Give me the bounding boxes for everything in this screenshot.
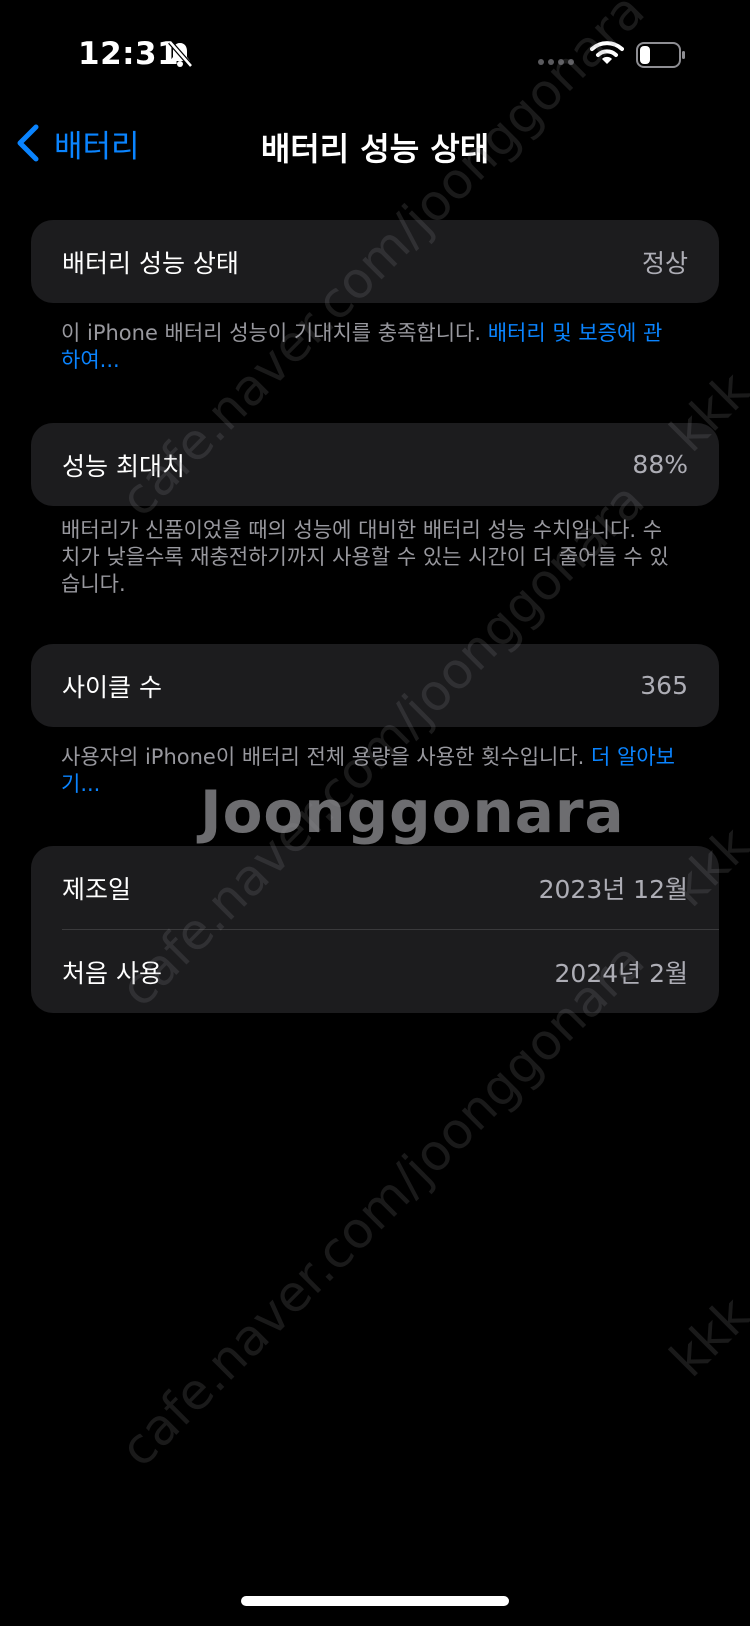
status-time: 12:31 [78, 36, 180, 72]
battery-icon [636, 42, 685, 68]
bell-slash-icon [168, 40, 193, 68]
watermark-side-text: kkk [658, 1285, 750, 1388]
cycle-count-value: 365 [640, 671, 688, 700]
cycle-count-label: 사이클 수 [62, 672, 162, 702]
page-title: 배터리 성능 상태 [260, 130, 490, 168]
watermark-text: cafe.naver.com/joonggonara [108, 931, 656, 1478]
manufacture-date-row: 제조일 2023년 12월 [31, 846, 719, 929]
home-indicator[interactable] [241, 1596, 509, 1606]
battery-health-value: 정상 [641, 248, 688, 278]
manufacture-date-label: 제조일 [62, 874, 132, 904]
battery-health-label: 배터리 성능 상태 [62, 248, 239, 278]
battery-health-footer: 이 iPhone 배터리 성능이 기대치를 충족합니다. 배터리 및 보증에 관… [61, 320, 676, 374]
max-capacity-value: 88% [632, 450, 688, 479]
